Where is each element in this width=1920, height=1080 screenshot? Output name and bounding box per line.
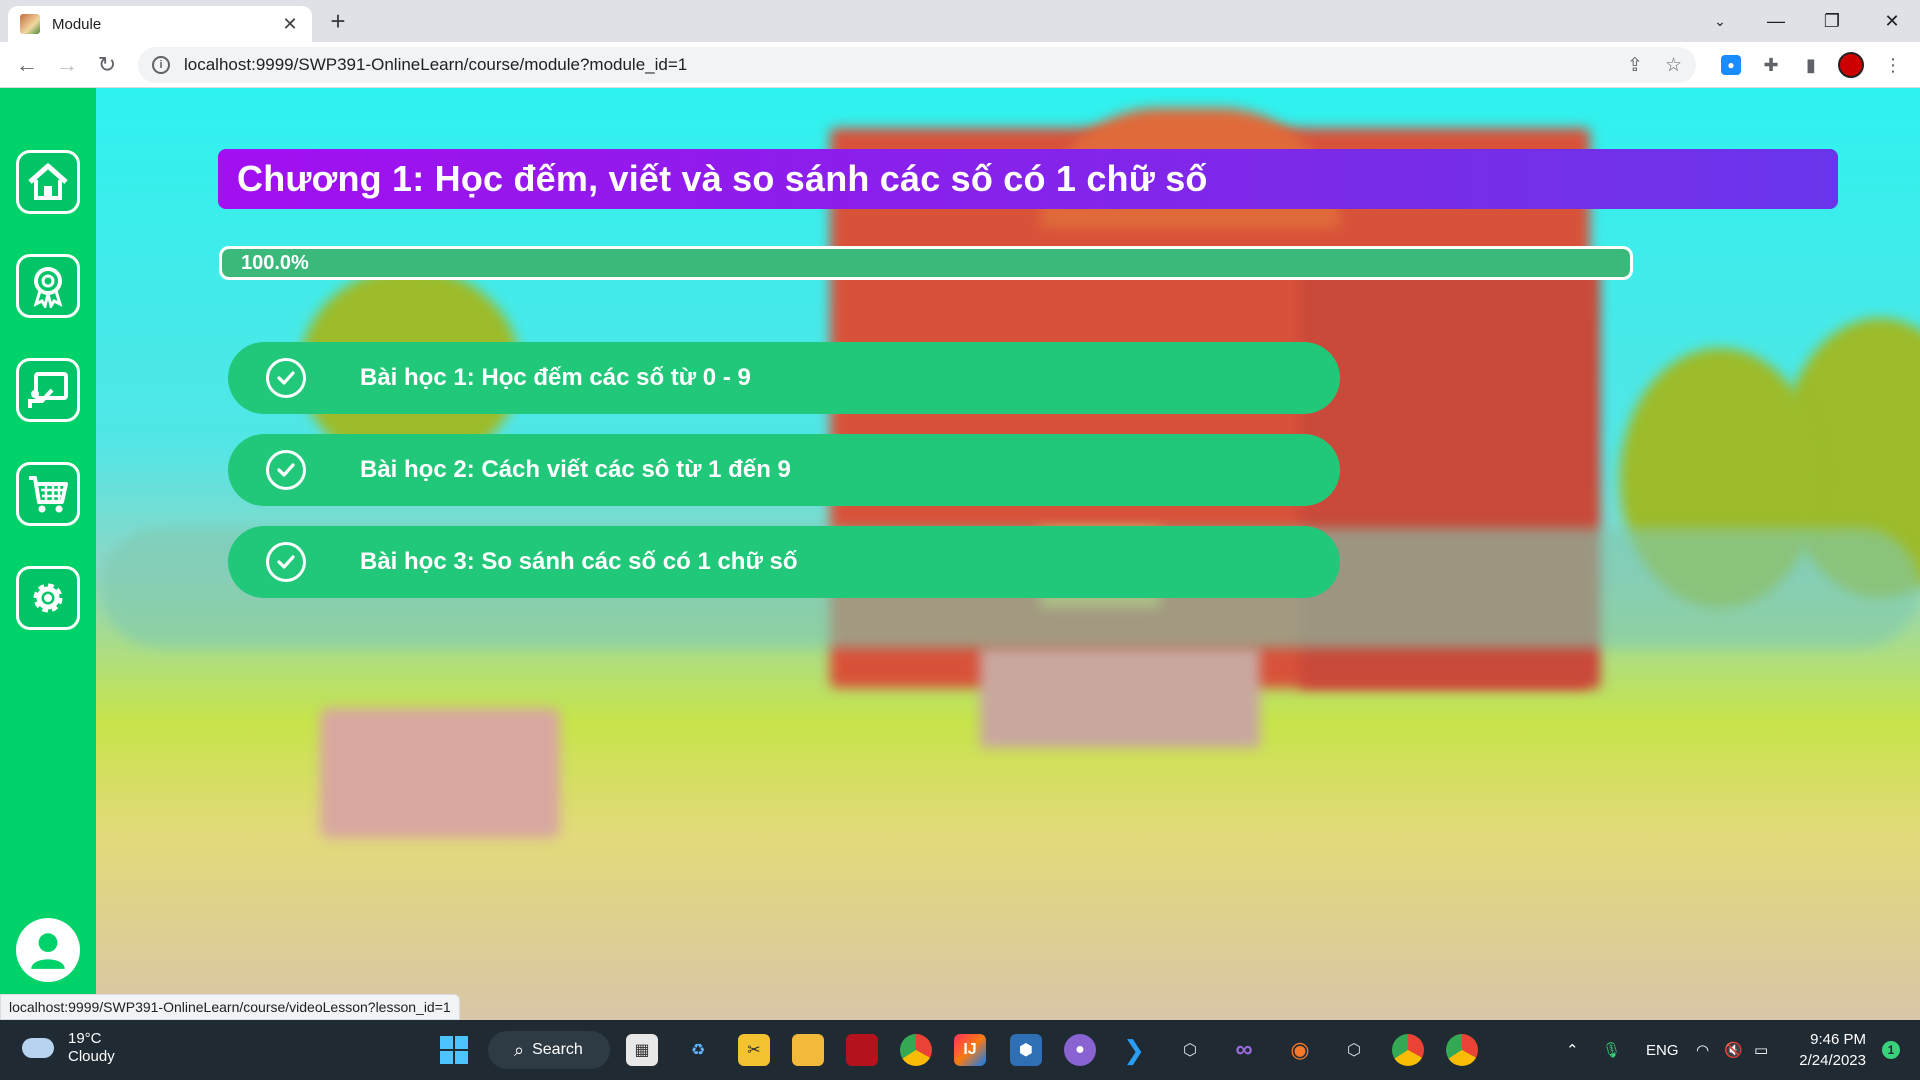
extension-drop-icon[interactable]: ● bbox=[1721, 55, 1741, 75]
extensions-puzzle-icon[interactable]: ✚ bbox=[1758, 52, 1784, 78]
progress-fill: 100.0% bbox=[222, 249, 1630, 277]
status-bar-url: localhost:9999/SWP391-OnlineLearn/course… bbox=[0, 994, 460, 1020]
cloud-icon bbox=[22, 1038, 54, 1058]
github-desktop-icon[interactable]: ● bbox=[1064, 1034, 1096, 1066]
sidebar-item-courses[interactable] bbox=[16, 358, 80, 422]
weather-temp: 19°C bbox=[68, 1030, 102, 1047]
blender-icon[interactable]: ◉ bbox=[1284, 1034, 1316, 1066]
visual-studio-icon[interactable]: ∞ bbox=[1228, 1034, 1260, 1066]
address-bar[interactable]: i localhost:9999/SWP391-OnlineLearn/cour… bbox=[138, 47, 1696, 83]
tab-search-chevron-down-icon[interactable]: ⌄ bbox=[1692, 0, 1748, 42]
microphone-icon[interactable]: 🎙 bbox=[1602, 1020, 1621, 1080]
clock-time: 9:46 PM bbox=[1810, 1031, 1866, 1048]
browser-menu-icon[interactable]: ⋮ bbox=[1880, 52, 1906, 78]
language-indicator[interactable]: ENG bbox=[1646, 1020, 1679, 1080]
sidebar-item-shop[interactable] bbox=[16, 462, 80, 526]
system-clock[interactable]: 9:46 PM 2/24/2023 bbox=[1799, 1029, 1866, 1071]
lesson-item[interactable]: Bài học 1: Học đếm các số từ 0 - 9 bbox=[228, 342, 1340, 414]
lesson-label: Bài học 3: So sánh các số có 1 chữ số bbox=[360, 548, 798, 575]
browser-tab[interactable]: Module ✕ bbox=[8, 6, 312, 42]
intellij-icon[interactable]: IJ bbox=[954, 1034, 986, 1066]
module-title: Chương 1: Học đếm, viết và so sánh các s… bbox=[237, 158, 1208, 199]
search-label: Search bbox=[532, 1041, 583, 1058]
app-hexagon-icon[interactable]: ⬢ bbox=[1010, 1034, 1042, 1066]
snipping-tool-icon[interactable]: ✂ bbox=[738, 1034, 770, 1066]
battery-icon[interactable]: ▭ bbox=[1754, 1020, 1768, 1080]
browser-tab-bar: Module ✕ + ⌄ — ❐ ✕ bbox=[0, 0, 1920, 42]
unity-hub-icon[interactable]: ⬡ bbox=[1338, 1034, 1370, 1066]
wifi-icon[interactable]: ◠ bbox=[1696, 1020, 1709, 1080]
taskbar: 19°C Cloudy ⌕ Search ▦ ♻ ✂ IJ ⬢ ● ❯ ⬡ ∞ ◉… bbox=[0, 1020, 1920, 1080]
recycle-bin-icon[interactable]: ♻ bbox=[682, 1034, 714, 1066]
check-circle-icon bbox=[266, 450, 306, 490]
microsoft-store-icon[interactable]: ▦ bbox=[626, 1034, 658, 1066]
site-info-icon[interactable]: i bbox=[152, 56, 170, 74]
weather-widget[interactable]: 19°C Cloudy bbox=[22, 1030, 115, 1066]
clock-date: 2/24/2023 bbox=[1799, 1052, 1866, 1069]
module-progress-bar: 100.0% bbox=[219, 246, 1633, 280]
award-icon bbox=[33, 267, 63, 308]
search-icon: ⌕ bbox=[514, 1039, 525, 1060]
sidebar-item-achievements[interactable] bbox=[16, 254, 80, 318]
close-window-button[interactable]: ✕ bbox=[1864, 0, 1920, 42]
app-red-icon[interactable] bbox=[846, 1034, 878, 1066]
file-explorer-icon[interactable] bbox=[792, 1034, 824, 1066]
side-panel-icon[interactable]: ▮ bbox=[1798, 52, 1824, 78]
lesson-label: Bài học 2: Cách viết các sô từ 1 đến 9 bbox=[360, 456, 791, 483]
reload-button[interactable]: ↻ bbox=[92, 50, 122, 80]
settings-gear-icon bbox=[33, 583, 63, 613]
restore-button[interactable]: ❐ bbox=[1804, 0, 1860, 42]
new-tab-button[interactable]: + bbox=[324, 8, 352, 36]
module-title-banner: Chương 1: Học đếm, viết và so sánh các s… bbox=[218, 149, 1838, 209]
volume-muted-icon[interactable]: 🔇 bbox=[1724, 1020, 1743, 1080]
chrome-profile-icon[interactable] bbox=[1392, 1034, 1424, 1066]
home-icon bbox=[28, 163, 68, 200]
forward-button[interactable]: → bbox=[52, 50, 82, 80]
page-content: Chương 1: Học đếm, viết và so sánh các s… bbox=[0, 88, 1920, 1020]
check-circle-icon bbox=[266, 358, 306, 398]
url-text[interactable]: localhost:9999/SWP391-OnlineLearn/course… bbox=[184, 55, 1605, 75]
sidebar-item-settings[interactable] bbox=[16, 566, 80, 630]
start-icon[interactable] bbox=[438, 1034, 470, 1066]
notification-badge[interactable]: 1 bbox=[1882, 1041, 1900, 1059]
sidebar-item-home[interactable] bbox=[16, 150, 80, 214]
browser-toolbar: ← → ↻ i localhost:9999/SWP391-OnlineLear… bbox=[0, 42, 1920, 88]
unity-icon[interactable]: ⬡ bbox=[1174, 1034, 1206, 1066]
taskbar-search[interactable]: ⌕ Search bbox=[488, 1031, 610, 1069]
lesson-item[interactable]: Bài học 3: So sánh các số có 1 chữ số bbox=[228, 526, 1340, 598]
show-hidden-icons-chevron-up-icon[interactable]: ⌃ bbox=[1566, 1020, 1579, 1080]
chrome-icon[interactable] bbox=[900, 1034, 932, 1066]
minimize-button[interactable]: — bbox=[1748, 0, 1804, 42]
lesson-item[interactable]: Bài học 2: Cách viết các sô từ 1 đến 9 bbox=[228, 434, 1340, 506]
bookmark-star-icon[interactable]: ☆ bbox=[1665, 54, 1682, 77]
vscode-icon[interactable]: ❯ bbox=[1118, 1034, 1150, 1066]
progress-label: 100.0% bbox=[241, 251, 309, 274]
lesson-label: Bài học 1: Học đếm các số từ 0 - 9 bbox=[360, 364, 751, 391]
profile-avatar[interactable] bbox=[1838, 52, 1864, 78]
cart-icon bbox=[29, 476, 68, 513]
teaching-board-icon bbox=[28, 372, 68, 408]
close-tab-icon[interactable]: ✕ bbox=[280, 14, 300, 35]
tab-title: Module bbox=[52, 15, 102, 33]
site-favicon-icon bbox=[20, 14, 40, 34]
check-circle-icon bbox=[266, 542, 306, 582]
chrome-profile-f-icon[interactable] bbox=[1446, 1034, 1478, 1066]
user-profile-button[interactable] bbox=[16, 918, 80, 982]
sidebar bbox=[0, 88, 96, 1020]
weather-desc: Cloudy bbox=[68, 1048, 115, 1065]
user-icon bbox=[31, 933, 65, 969]
share-icon[interactable]: ⇪ bbox=[1627, 54, 1643, 77]
back-button[interactable]: ← bbox=[12, 50, 42, 80]
